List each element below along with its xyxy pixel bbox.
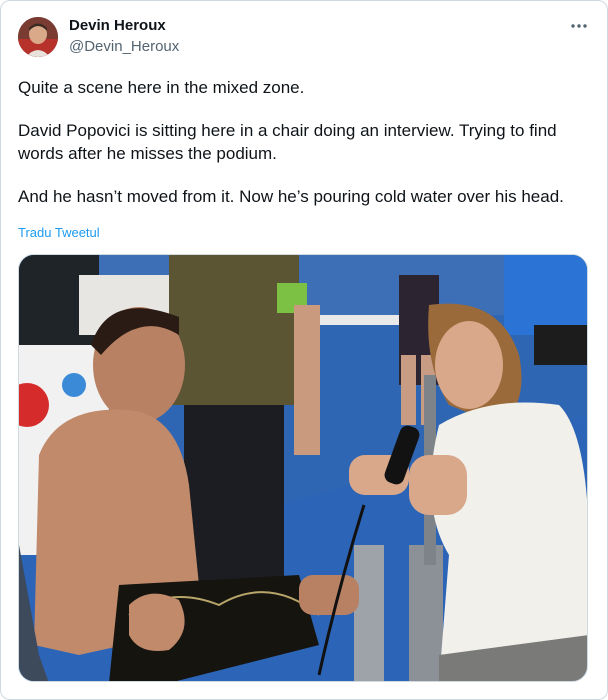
tweet-paragraph: And he hasn’t moved from it. Now he’s po… [18, 187, 564, 206]
author-handle[interactable]: @Devin_Heroux [69, 38, 179, 55]
tweet-text: Quite a scene here in the mixed zone. Da… [18, 76, 593, 208]
interview-photo-illustration [19, 255, 587, 681]
more-horizontal-icon [571, 24, 587, 28]
tweet-paragraph: Quite a scene here in the mixed zone. [18, 78, 305, 97]
author-avatar[interactable] [18, 17, 58, 57]
tweet-card: Devin Heroux @Devin_Heroux Quite a scene… [0, 0, 608, 700]
author-name[interactable]: Devin Heroux [69, 17, 166, 34]
more-options-button[interactable] [567, 15, 591, 37]
translate-tweet-link[interactable]: Tradu Tweetul [18, 225, 100, 240]
tweet-photo[interactable] [18, 254, 588, 682]
tweet-paragraph: David Popovici is sitting here in a chai… [18, 121, 557, 163]
